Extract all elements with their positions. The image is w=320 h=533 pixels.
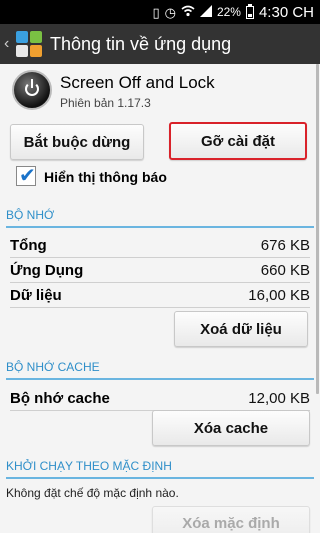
settings-app-logo-icon[interactable]	[16, 31, 42, 57]
force-stop-button[interactable]: Bắt buộc dừng	[10, 124, 144, 160]
clear-cache-button[interactable]: Xóa cache	[152, 410, 310, 446]
cache-row: Bộ nhớ cache 12,00 KB	[10, 387, 310, 411]
status-bar: ▯ ◷ 22% 4:30 CH	[0, 0, 320, 24]
storage-row-label: Ứng Dụng	[10, 262, 84, 279]
storage-row-label: Dữ liệu	[10, 287, 62, 304]
storage-section-header: BỘ NHỚ	[6, 208, 314, 228]
scrollbar-thumb[interactable]	[316, 64, 319, 394]
signal-icon	[199, 5, 212, 19]
launch-default-section-header: KHỞI CHẠY THEO MẶC ĐỊNH	[6, 459, 314, 479]
app-version: Phiên bản 1.17.3	[60, 96, 151, 110]
cache-section-header: BỘ NHỚ CACHE	[6, 360, 314, 380]
cache-row-label: Bộ nhớ cache	[10, 390, 110, 407]
storage-row-label: Tổng	[10, 237, 47, 254]
show-notifications-checkbox[interactable]: ✔	[16, 165, 36, 187]
storage-row-value: 676 KB	[260, 237, 310, 254]
uninstall-button[interactable]: Gỡ cài đặt	[169, 122, 307, 160]
storage-row-data: Dữ liệu 16,00 KB	[10, 284, 310, 308]
clear-defaults-button: Xóa mặc định	[152, 506, 310, 533]
checkmark-icon: ✔	[19, 165, 36, 187]
storage-row-app: Ứng Dụng 660 KB	[10, 259, 310, 283]
clear-data-button[interactable]: Xoá dữ liệu	[174, 311, 308, 347]
status-clock: 4:30 CH	[258, 3, 314, 21]
power-button-app-icon	[12, 70, 52, 110]
battery-icon	[245, 3, 254, 19]
status-icons: ▯ ◷ 22% 4:30 CH	[152, 0, 320, 24]
alarm-icon: ◷	[164, 4, 176, 20]
storage-row-value: 16,00 KB	[248, 287, 310, 304]
app-header: Screen Off and Lock Phiên bản 1.17.3	[0, 64, 320, 120]
cache-row-value: 12,00 KB	[248, 390, 310, 407]
launch-default-text: Không đặt chế độ mặc định nào.	[6, 486, 179, 500]
phone-vibrate-icon: ▯	[152, 4, 160, 20]
page-title: Thông tin về ứng dụng	[50, 33, 232, 54]
storage-row-value: 660 KB	[260, 262, 310, 279]
app-name: Screen Off and Lock	[60, 73, 215, 92]
wifi-icon	[181, 5, 195, 19]
back-chevron-icon[interactable]: ‹	[4, 35, 14, 53]
storage-row-total: Tổng 676 KB	[10, 234, 310, 258]
action-bar: ‹ Thông tin về ứng dụng	[0, 24, 320, 64]
battery-percent: 22%	[216, 5, 241, 19]
battery-fill	[247, 14, 252, 17]
show-notifications-label[interactable]: Hiển thị thông báo	[44, 169, 167, 185]
